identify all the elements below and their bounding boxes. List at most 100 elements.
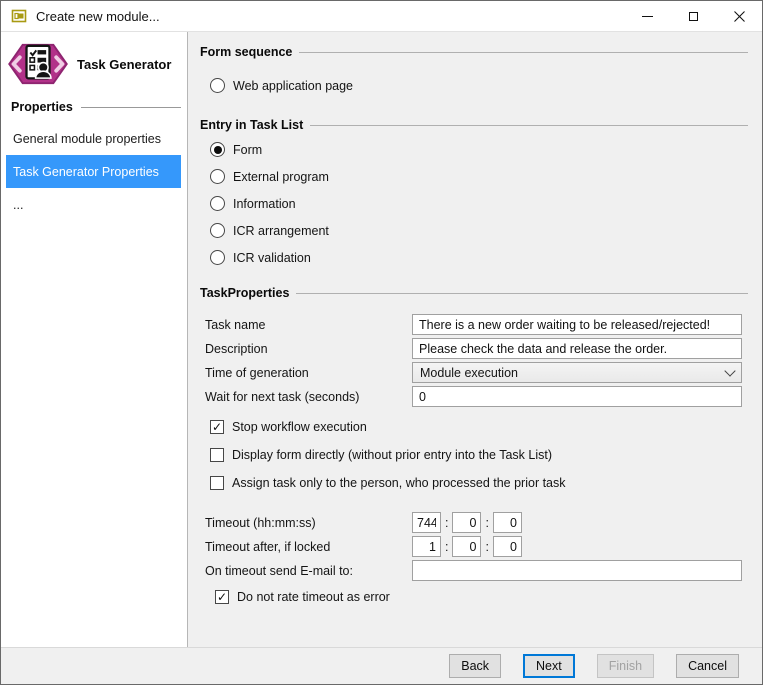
timeout-locked-seconds-input[interactable] [493, 536, 522, 557]
field-row-task-name: Task name [205, 314, 748, 335]
timeout-minutes-input[interactable] [452, 512, 481, 533]
radio-label: ICR validation [233, 251, 311, 265]
button-bar: Back Next Finish Cancel [1, 647, 762, 684]
group-title: TaskProperties [200, 286, 289, 300]
task-name-input[interactable] [412, 314, 742, 335]
minimize-icon [642, 16, 653, 17]
checkbox-label: Do not rate timeout as error [237, 590, 390, 604]
back-button[interactable]: Back [449, 654, 501, 678]
maximize-icon [689, 12, 698, 21]
group-header-form-sequence: Form sequence [200, 45, 748, 59]
sidebar-item-label: General module properties [13, 132, 161, 146]
checkbox-row-stop-workflow: ✓ Stop workflow execution [210, 419, 748, 435]
radio-label: External program [233, 170, 329, 184]
dialog-window: Create new module... [0, 0, 763, 685]
window-controls [624, 1, 762, 31]
radio-button-form[interactable] [210, 142, 225, 157]
colon-separator: : [485, 516, 488, 530]
logo-row: Task Generator [1, 41, 187, 87]
window-title: Create new module... [36, 9, 160, 24]
timeout-email-label: On timeout send E-mail to: [205, 564, 412, 578]
checkbox-label: Stop workflow execution [232, 420, 367, 434]
sidebar-item-general-module-properties[interactable]: General module properties [6, 122, 181, 155]
chevron-down-icon [724, 365, 735, 376]
checkbox-row-assign-task-only: Assign task only to the person, who proc… [210, 475, 748, 491]
time-of-generation-label: Time of generation [205, 366, 412, 380]
field-row-wait-seconds: Wait for next task (seconds) [205, 386, 748, 407]
timeout-locked-minutes-input[interactable] [452, 536, 481, 557]
sidebar: Task Generator Properties General module… [1, 32, 188, 647]
next-button[interactable]: Next [523, 654, 575, 678]
wait-seconds-input[interactable] [412, 386, 742, 407]
radio-row-external-program: External program [210, 168, 748, 185]
group-header-task-properties: TaskProperties [200, 286, 748, 300]
field-row-time-of-generation: Time of generation Module execution [205, 362, 748, 383]
field-row-timeout-locked: Timeout after, if locked : : [205, 536, 748, 557]
colon-separator: : [445, 540, 448, 554]
task-generator-logo [7, 41, 69, 87]
sidebar-section-rule [81, 107, 181, 108]
title-bar: Create new module... [1, 1, 762, 32]
sidebar-section-header: Properties [11, 100, 181, 114]
group-rule [296, 293, 748, 294]
radio-button-information[interactable] [210, 196, 225, 211]
timeout-locked-label: Timeout after, if locked [205, 540, 412, 554]
radio-label: ICR arrangement [233, 224, 329, 238]
sidebar-section-title: Properties [11, 100, 73, 114]
group-rule [310, 125, 748, 126]
radio-button-icr-validation[interactable] [210, 250, 225, 265]
checkbox-label: Display form directly (without prior ent… [232, 448, 552, 462]
description-label: Description [205, 342, 412, 356]
close-button[interactable] [716, 1, 762, 31]
maximize-button[interactable] [670, 1, 716, 31]
colon-separator: : [485, 540, 488, 554]
radio-button-external-program[interactable] [210, 169, 225, 184]
sidebar-item-label: Task Generator Properties [13, 165, 159, 179]
group-title: Entry in Task List [200, 118, 303, 132]
time-of-generation-select[interactable]: Module execution [412, 362, 742, 383]
radio-label: Form [233, 143, 262, 157]
field-row-timeout-email: On timeout send E-mail to: [205, 560, 748, 581]
sidebar-item-label: ... [13, 198, 23, 212]
group-rule [299, 52, 748, 53]
cancel-button[interactable]: Cancel [676, 654, 739, 678]
timeout-label: Timeout (hh:mm:ss) [205, 516, 412, 530]
radio-button-icr-arrangement[interactable] [210, 223, 225, 238]
timeout-hours-input[interactable] [412, 512, 441, 533]
form-window-icon [11, 8, 27, 24]
stop-workflow-checkbox[interactable]: ✓ [210, 420, 224, 434]
sidebar-item-more[interactable]: ... [6, 188, 181, 221]
minimize-button[interactable] [624, 1, 670, 31]
selected-option: Module execution [420, 366, 518, 380]
sidebar-nav: General module properties Task Generator… [1, 122, 187, 221]
sidebar-item-task-generator-properties[interactable]: Task Generator Properties [6, 155, 181, 188]
colon-separator: : [445, 516, 448, 530]
task-name-label: Task name [205, 318, 412, 332]
checkbox-row-no-error: ✓ Do not rate timeout as error [215, 589, 748, 605]
radio-row-web-application-page: Web application page [210, 77, 748, 94]
checkbox-row-display-form-directly: Display form directly (without prior ent… [210, 447, 748, 463]
radio-label: Web application page [233, 79, 353, 93]
no-error-checkbox[interactable]: ✓ [215, 590, 229, 604]
radio-row-form: Form [210, 141, 748, 158]
group-title: Form sequence [200, 45, 292, 59]
check-icon: ✓ [212, 421, 222, 433]
assign-task-only-checkbox[interactable] [210, 476, 224, 490]
radio-row-icr-validation: ICR validation [210, 249, 748, 266]
group-header-entry-in-task-list: Entry in Task List [200, 118, 748, 132]
field-row-description: Description [205, 338, 748, 359]
wait-seconds-label: Wait for next task (seconds) [205, 390, 412, 404]
description-input[interactable] [412, 338, 742, 359]
timeout-email-input[interactable] [412, 560, 742, 581]
radio-button-web-application-page[interactable] [210, 78, 225, 93]
timeout-seconds-input[interactable] [493, 512, 522, 533]
checkbox-label: Assign task only to the person, who proc… [232, 476, 566, 490]
finish-button[interactable]: Finish [597, 654, 654, 678]
timeout-locked-hours-input[interactable] [412, 536, 441, 557]
main-panel: Form sequence Web application page Entry… [188, 32, 762, 647]
radio-row-icr-arrangement: ICR arrangement [210, 222, 748, 239]
radio-label: Information [233, 197, 296, 211]
product-name: Task Generator [77, 57, 171, 72]
display-form-directly-checkbox[interactable] [210, 448, 224, 462]
check-icon: ✓ [217, 591, 227, 603]
